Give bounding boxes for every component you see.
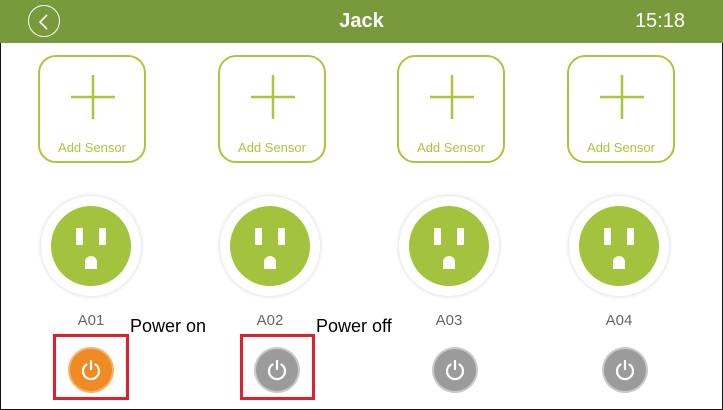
power-outlet-icon [579,206,659,286]
outlet-label: A04 [605,312,633,329]
plus-icon [71,75,115,119]
outlet-A02[interactable] [220,196,320,296]
add-sensor-label: Add Sensor [238,140,306,155]
power-button-A03[interactable] [434,349,476,391]
outlet-A04[interactable] [569,196,669,296]
power-outlet-icon [409,206,489,286]
power-icon [615,359,635,381]
add-sensor-label: Add Sensor [587,140,655,155]
header-bar: Jack 15:18 [0,0,723,43]
back-button[interactable] [28,5,60,37]
add-sensor-button-4[interactable]: Add Sensor [567,55,675,163]
outlet-label: A01 [77,312,105,329]
outlet-label: A02 [256,312,284,329]
power-off-highlight [240,334,315,400]
power-on-annotation: Power on [130,316,207,336]
power-off-annotation: Power off [316,316,392,336]
power-outlet-icon [51,206,131,286]
add-sensor-button-2[interactable]: Add Sensor [218,55,326,163]
outlet-A01[interactable] [41,196,141,296]
plus-icon [251,75,295,119]
power-outlet-icon [230,206,310,286]
add-sensor-button-1[interactable]: Add Sensor [38,55,146,163]
back-arrow-icon [38,14,48,30]
add-sensor-label: Add Sensor [58,140,126,155]
page-title: Jack [339,10,384,32]
plus-icon [430,75,474,119]
power-button-A04[interactable] [604,349,646,391]
clock: 15:18 [634,10,685,32]
outlet-A03[interactable] [399,196,499,296]
add-sensor-label: Add Sensor [417,140,485,155]
plus-icon [600,75,644,119]
outlet-label: A03 [435,312,463,329]
power-on-highlight [53,334,129,400]
add-sensor-button-3[interactable]: Add Sensor [397,55,505,163]
power-icon [445,359,465,381]
